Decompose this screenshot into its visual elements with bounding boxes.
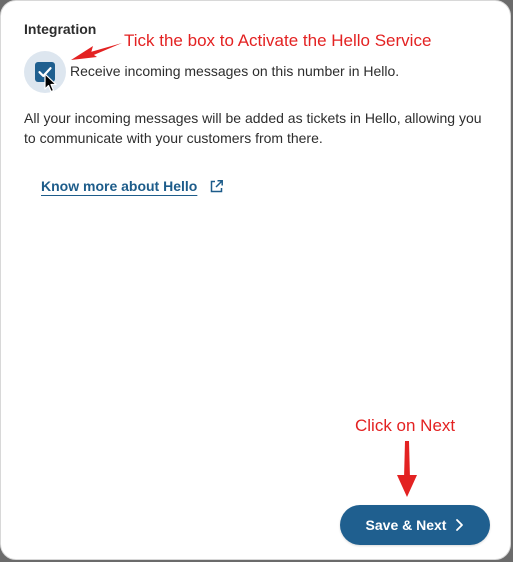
save-next-button[interactable]: Save & Next — [340, 505, 490, 545]
arrow-to-checkbox — [71, 43, 122, 60]
integration-panel: Integration Receive incoming messages on… — [0, 0, 511, 560]
annotation-arrows — [71, 43, 417, 497]
save-next-button-content: Save & Next — [346, 517, 484, 533]
annotation-click-next: Click on Next — [355, 416, 456, 435]
section-title: Integration — [24, 21, 97, 37]
integration-description: All your incoming messages will be added… — [24, 110, 482, 146]
know-more-link[interactable]: Know more about Hello — [41, 178, 197, 194]
chevron-right-icon — [456, 519, 464, 531]
checkbox-label: Receive incoming messages on this number… — [70, 63, 400, 79]
arrow-to-next-button — [397, 441, 417, 497]
save-next-label: Save & Next — [365, 517, 447, 533]
external-link-icon[interactable] — [209, 179, 224, 199]
annotation-tick-box: Tick the box to Activate the Hello Servi… — [124, 31, 432, 50]
mouse-pointer-icon — [44, 73, 58, 98]
